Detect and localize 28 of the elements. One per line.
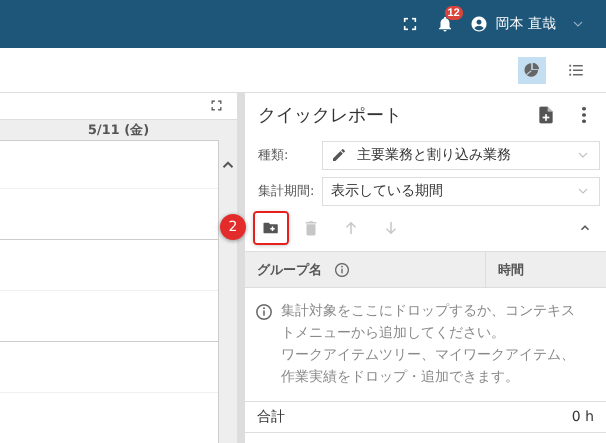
day-header: 5/11 (金) xyxy=(88,122,150,139)
fullscreen-icon xyxy=(402,16,418,32)
account-icon xyxy=(470,15,488,33)
period-select[interactable]: 表示している期間 xyxy=(322,176,600,206)
field-label: 集計期間: xyxy=(258,183,316,200)
pencil-icon xyxy=(331,147,347,163)
column-header: 時間 xyxy=(498,262,524,278)
notification-badge: 12 xyxy=(444,6,463,20)
fullscreen-icon xyxy=(210,99,223,112)
empty-message: 集計対象をここにドロップするか、コンテキストメニューから追加してください。 xyxy=(281,302,576,343)
total-label: 合計 xyxy=(257,408,285,426)
pane-splitter[interactable] xyxy=(237,93,245,443)
more-icon xyxy=(582,107,586,123)
notifications-button[interactable]: 12 xyxy=(436,6,466,33)
info-icon xyxy=(334,262,350,278)
empty-message: ワークアイテムツリー、マイワークアイテム、作業実績をドロップ・追加できます。 xyxy=(281,346,576,387)
info-icon xyxy=(255,303,273,321)
add-group-button[interactable] xyxy=(253,211,289,245)
field-label: 種類: xyxy=(258,147,290,164)
fullscreen-button[interactable] xyxy=(402,16,418,32)
chart-view-button[interactable] xyxy=(518,56,546,84)
total-value: 0 h xyxy=(572,409,594,425)
panel-title: クイックレポート xyxy=(258,104,403,127)
user-name[interactable]: 岡本 直哉 xyxy=(496,15,556,33)
type-select[interactable]: 主要業務と割り込み業務 xyxy=(322,140,600,170)
column-header: グループ名 xyxy=(257,262,322,278)
pie-chart-icon xyxy=(523,61,541,79)
fullscreen-button[interactable] xyxy=(210,99,223,112)
